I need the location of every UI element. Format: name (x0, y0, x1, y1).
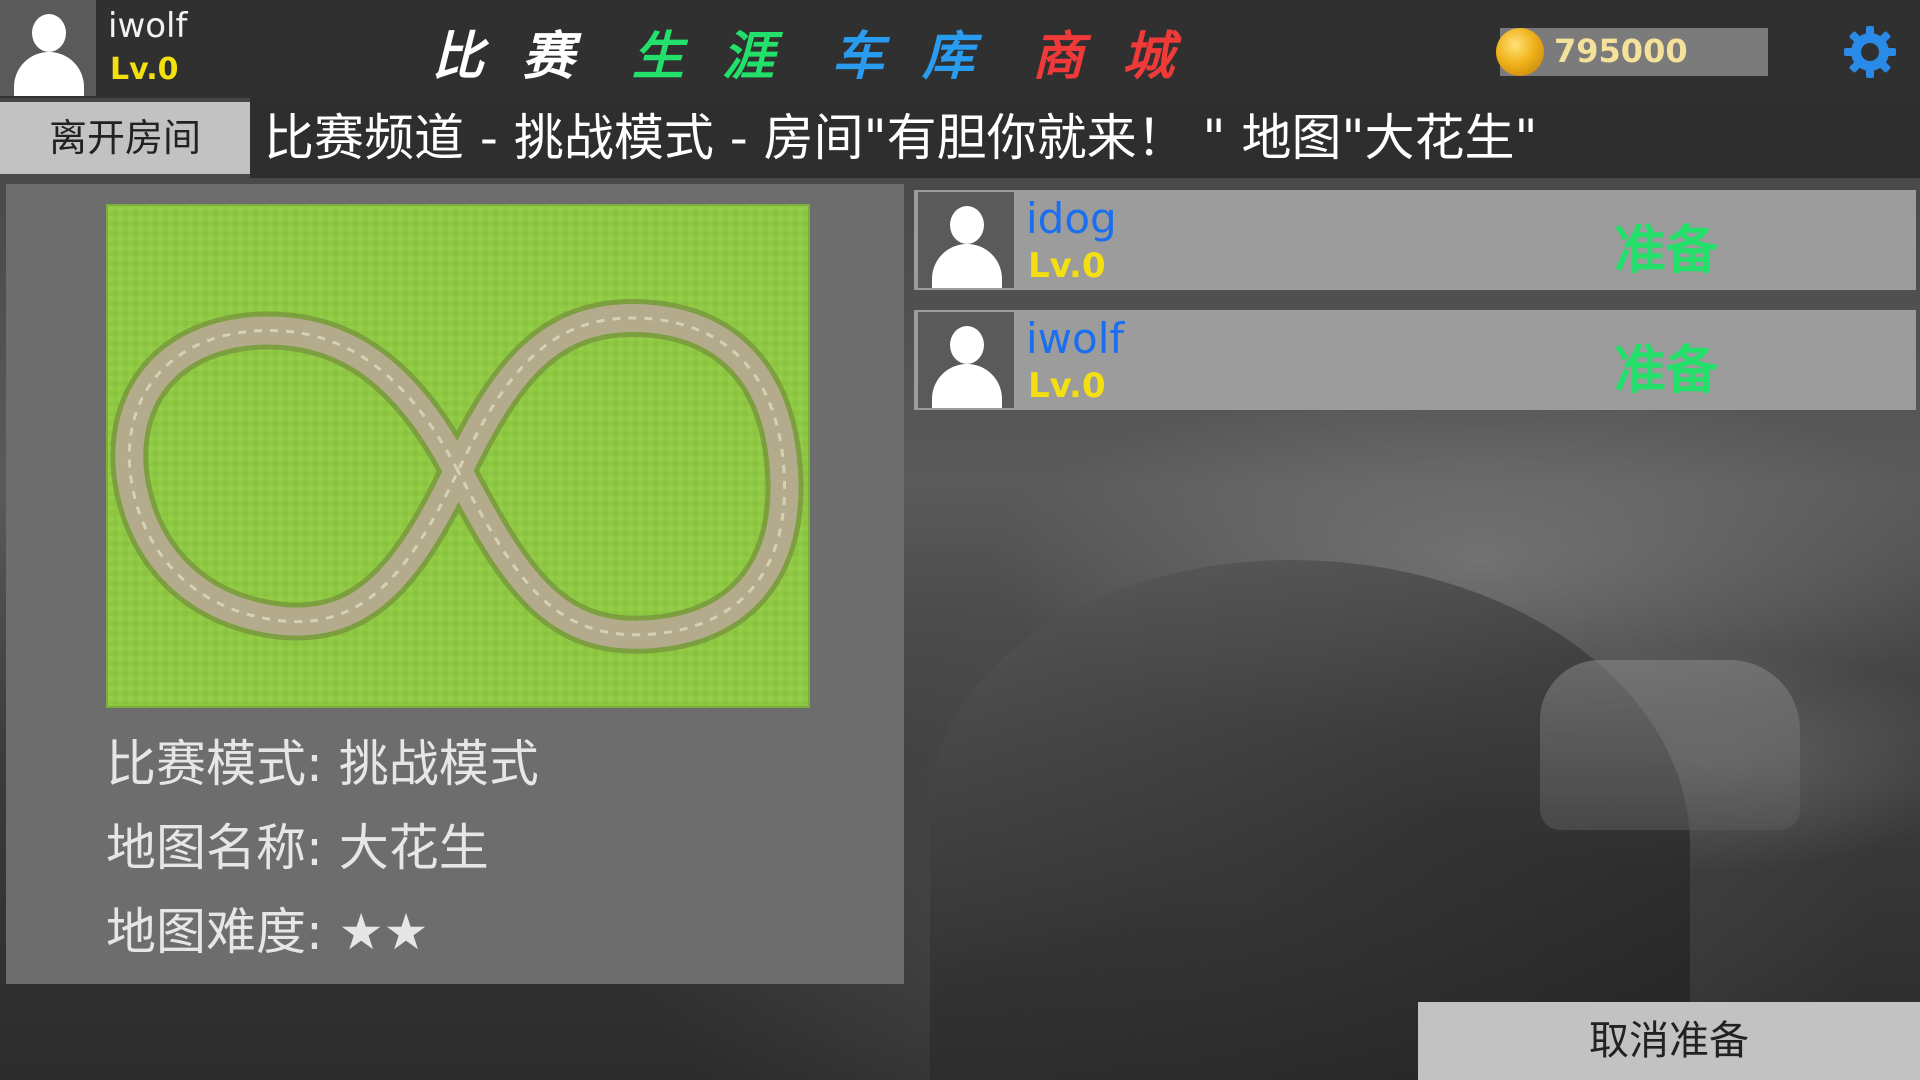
tab-garage[interactable]: 车 库 (832, 14, 984, 89)
player-ready-status: 准备 (1614, 221, 1719, 281)
player-avatar (918, 192, 1014, 288)
map-difficulty-label: 地图难度: ★★ (106, 903, 429, 961)
map-info-panel: 比赛模式: 挑战模式 地图名称: 大花生 地图难度: ★★ (6, 184, 904, 984)
tab-race[interactable]: 比 赛 (432, 14, 584, 89)
map-preview (106, 204, 810, 708)
avatar-head-icon (950, 326, 984, 364)
cancel-ready-button[interactable]: 取消准备 (1418, 1002, 1920, 1080)
top-bar: iwolf Lv.0 比 赛 生 涯 车 库 商 城 795000 (0, 0, 1920, 98)
background-car-silhouette-2 (1540, 660, 1800, 830)
player-level: Lv.0 (1028, 246, 1106, 286)
map-name-label: 地图名称: 大花生 (106, 819, 489, 877)
infinity-track-map (108, 206, 808, 706)
gold-coin-icon (1496, 28, 1544, 76)
tab-career[interactable]: 生 涯 (632, 14, 784, 89)
player-ready-status: 准备 (1614, 341, 1719, 401)
user-name: iwolf (108, 6, 188, 46)
gear-icon[interactable] (1842, 24, 1898, 80)
player-avatar (918, 312, 1014, 408)
tab-shop[interactable]: 商 城 (1032, 14, 1184, 89)
room-title: 比赛频道 - 挑战模式 - 房间"有胆你就来！ " 地图"大花生" (264, 109, 1538, 167)
player-name: idog (1026, 194, 1117, 243)
user-level: Lv.0 (110, 52, 179, 87)
avatar-body-icon (932, 364, 1002, 408)
player-row: iwolf Lv.0 准备 (914, 310, 1916, 410)
avatar-head-icon (950, 206, 984, 244)
player-row: idog Lv.0 准备 (914, 190, 1916, 290)
user-avatar[interactable] (0, 0, 96, 96)
race-mode-label: 比赛模式: 挑战模式 (106, 735, 539, 793)
avatar-head-icon (32, 14, 66, 52)
player-level: Lv.0 (1028, 366, 1106, 406)
avatar-body-icon (14, 52, 84, 96)
leave-room-button[interactable]: 离开房间 (0, 102, 250, 174)
avatar-body-icon (932, 244, 1002, 288)
coin-balance: 795000 (1554, 32, 1688, 70)
player-name: iwolf (1026, 314, 1125, 363)
